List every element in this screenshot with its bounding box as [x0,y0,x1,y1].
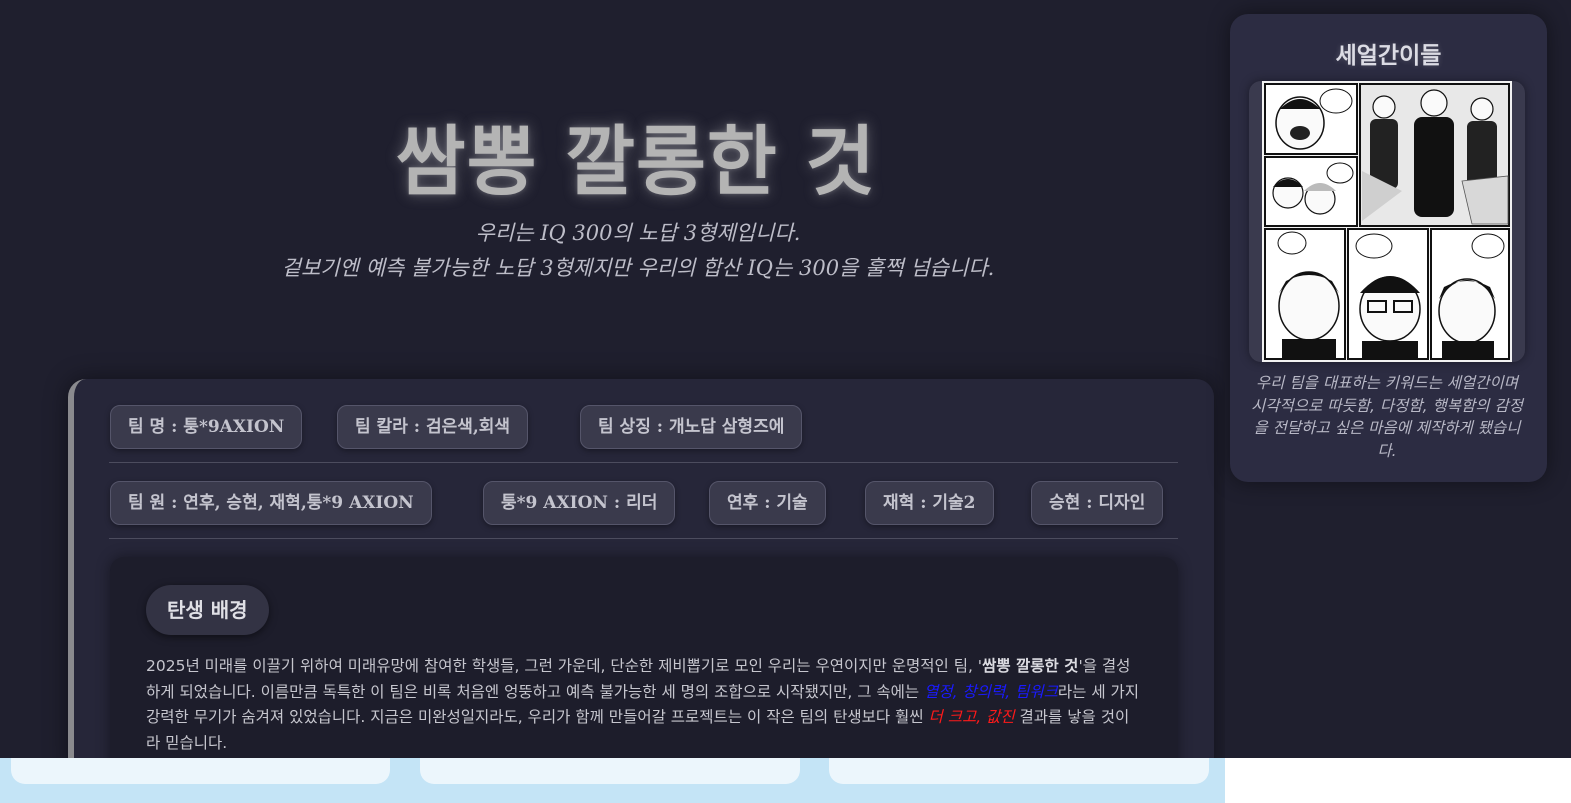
comic-illustration [1262,81,1512,362]
team-comic-image [1249,81,1525,362]
chip-team-name: 팀 명 : 퉁*9AXION [110,405,303,449]
page-subtitle: 우리는 IQ 300의 노답 3형제입니다. 겉보기엔 예측 불가능한 노답 3… [280,216,996,286]
divider [109,462,1178,463]
sidebar-caption: 우리 팀을 대표하는 키워드는 세얼간이며 시각적으로 따듯함, 다정함, 행복… [1251,374,1523,460]
story-highlight-red: 더 크고, 값진 [928,708,1015,727]
chip-team-color: 팀 칼라 : 검은색,회색 [337,405,529,449]
footer-card [11,758,390,784]
origin-story-title: 탄생 배경 [146,585,269,635]
story-team-name: 쌈뽕 깔롱한 것 [982,657,1079,675]
chip-role-leader: 퉁*9 AXION : 리더 [483,481,676,525]
origin-story-text: 2025년 미래를 이끌기 위하여 미래유망에 참여한 학생들, 그런 가운데,… [146,654,1142,756]
chip-role-yeonhu: 연후 : 기술 [709,481,826,525]
story-highlight-blue: 열정, 창의력, 팀워크 [924,682,1058,701]
footer-card [829,758,1209,784]
divider [109,538,1178,539]
chip-role-jaehyuk: 재혁 : 기술2 [865,481,994,525]
footer-card [420,758,800,784]
footer-blank [1225,758,1571,803]
page-title: 쌈뽕 깔롱한 것 [395,117,877,206]
subtitle-line-1: 우리는 IQ 300의 노답 3형제입니다. [475,221,801,245]
chip-team-symbol: 팀 상징 : 개노답 삼형즈에 [580,405,803,449]
chip-role-seunghyun: 승현 : 디자인 [1031,481,1164,525]
main-content: 쌈뽕 깔롱한 것 우리는 IQ 300의 노답 3형제입니다. 겉보기엔 예측 … [0,0,1225,758]
chip-team-members: 팀 원 : 연후, 승현, 재혁,퉁*9 AXION [110,481,432,525]
subtitle-line-2: 겉보기엔 예측 불가능한 노답 3형제지만 우리의 합산 IQ는 300을 훌쩍… [281,256,995,280]
sidebar-title: 세얼간이들 [1335,43,1442,69]
story-text-part: 2025년 미래를 이끌기 위하여 미래유망에 참여한 학생들, 그런 가운데,… [146,657,983,675]
